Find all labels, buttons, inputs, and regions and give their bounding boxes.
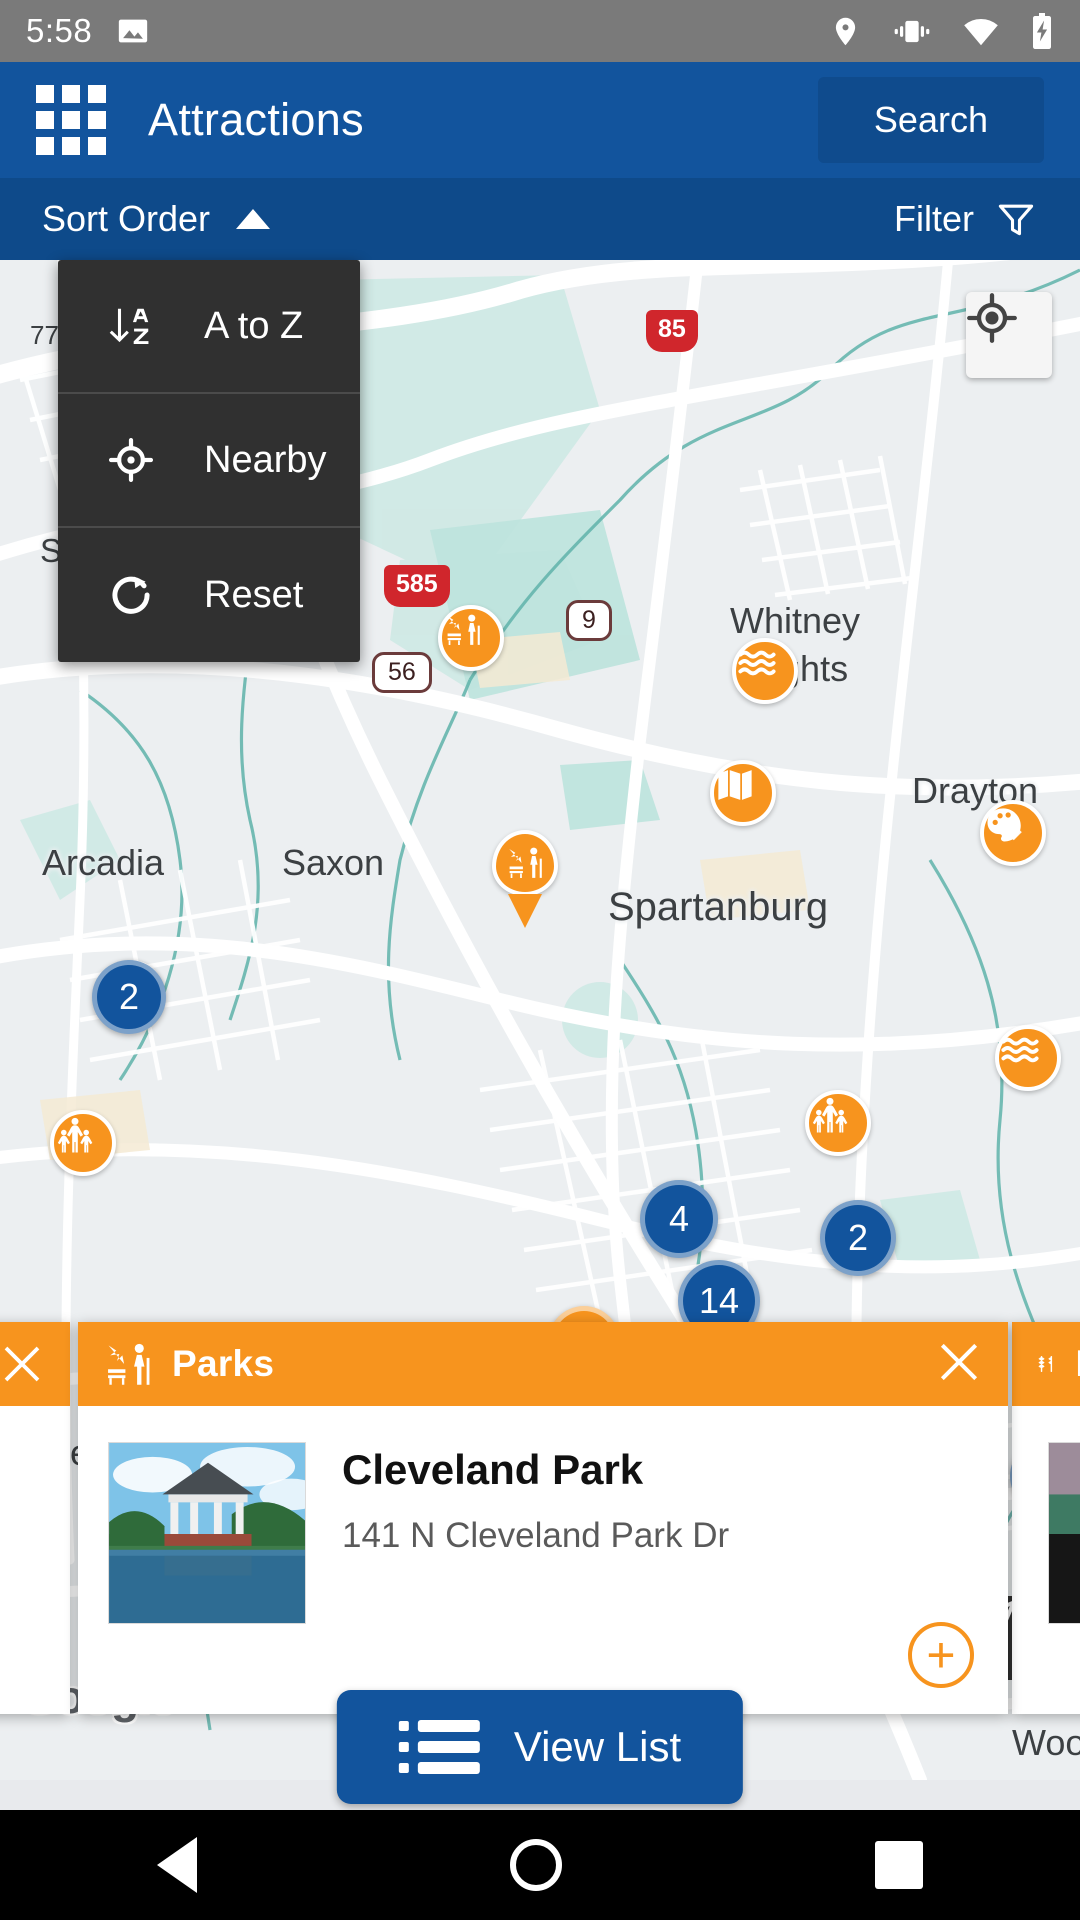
route-shield: 585 [384,565,450,607]
view-list-label: View List [513,1723,682,1770]
sort-filter-bar: Sort Order Filter [0,178,1080,260]
map-marker-museum[interactable] [710,760,776,826]
search-button[interactable]: Search [817,77,1044,163]
status-time: 5:58 [26,12,93,49]
filter-button[interactable]: Filter [894,197,1038,241]
status-bar: 5:58 [0,0,1080,62]
map-marker-family[interactable] [805,1090,871,1156]
filter-label: Filter [894,198,974,239]
map-label: Whitney [730,600,861,641]
family-icon [57,1117,93,1153]
list-icon [398,1720,480,1774]
park-bench-icon [447,614,480,646]
card-header [0,1322,70,1406]
status-left-icons [116,14,150,48]
water-waves-icon [1001,1037,1039,1063]
menu-item-label: A to Z [204,304,304,347]
poi-thumbnail [1048,1442,1080,1624]
map-marker-water[interactable] [995,1025,1061,1091]
view-list-button[interactable]: View List [336,1690,744,1804]
poi-card-carousel: es + Farms [0,1322,1080,1714]
poi-info: Cleveland Park 141 N Cleveland Park Dr [342,1442,729,1714]
map-marker-park[interactable] [438,605,504,671]
my-location-button[interactable] [966,292,1052,378]
poi-card-previous[interactable]: es + [0,1322,70,1714]
map-marker-park[interactable] [492,830,558,928]
triangle-back-icon[interactable] [156,1837,197,1893]
battery-charging-icon [1033,13,1051,49]
menu-item-label: Reset [204,573,304,616]
poi-address: 141 N Cleveland Park Dr [342,1516,730,1555]
menu-item-a-to-z[interactable]: A to Z [58,260,360,394]
card-body [1012,1406,1080,1714]
card-category-label: Farms [1075,1343,1080,1385]
grid-apps-icon[interactable] [36,85,106,155]
page-title: Attractions [148,94,364,145]
park-bench-icon [509,847,542,879]
map-cluster-marker[interactable]: 2 [92,960,166,1034]
wifi-icon [964,18,998,46]
route-shield: 56 [372,652,432,693]
family-icon [812,1097,848,1133]
poi-card-next[interactable]: Farms [1012,1322,1080,1714]
card-close-button[interactable] [934,1337,984,1392]
map-cluster-marker[interactable]: 2 [820,1200,896,1276]
crosshair-icon [108,437,154,483]
sort-order-label: Sort Order [42,198,211,239]
route-shield: 9 [566,600,612,641]
map-marker-family[interactable] [50,1110,116,1176]
map-label: Wood [1012,1722,1080,1763]
menu-item-label: Nearby [204,438,327,481]
map-marker-art[interactable] [980,800,1046,866]
water-waves-icon [738,650,776,676]
vibrate-icon [894,20,930,42]
map-label: 77 [30,320,59,350]
app-bar: Attractions Search [0,62,1080,178]
sort-order-button[interactable]: Sort Order [42,198,271,240]
add-button[interactable]: + [908,1622,974,1688]
card-body: es + [0,1406,70,1714]
art-palette-icon [987,808,1022,842]
card-body: Cleveland Park 141 N Cleveland Park Dr + [78,1406,1008,1714]
app-root: 5:58 Attractions Search Sort Order Filte… [0,0,1080,1920]
card-category-label: Parks [172,1343,275,1384]
wheat-farm-icon [1038,1355,1053,1373]
poi-name: Cleveland Park [342,1446,644,1493]
map-label: Arcadia [42,842,165,883]
route-shield: 85 [646,310,698,352]
sort-alpha-ascending-icon [109,308,149,345]
museum-map-icon [718,770,752,800]
menu-item-nearby[interactable]: Nearby [58,394,360,528]
my-location-icon [967,293,1017,343]
poi-thumbnail [108,1442,306,1624]
sort-order-menu: A to Z Nearby Reset [58,260,360,662]
close-icon[interactable] [0,1340,46,1388]
card-header: Parks [78,1322,1008,1406]
system-nav-bar [0,1810,1080,1920]
circle-home-icon[interactable] [509,1839,562,1891]
pin-tail [508,894,542,928]
map-label: Spartanburg [608,885,829,929]
funnel-icon [998,204,1034,236]
square-recents-icon[interactable] [875,1841,924,1889]
card-header: Farms [1012,1322,1080,1406]
park-bench-icon [108,1343,150,1385]
map-label: Saxon [282,842,385,883]
image-icon [119,19,148,43]
location-icon [835,17,856,45]
close-icon [940,1343,978,1380]
refresh-icon [112,576,150,614]
caret-up-icon [236,209,271,229]
poi-card-main[interactable]: Parks Cleveland Park 141 N Cleveland Par… [78,1322,1008,1714]
map-marker-water[interactable] [732,638,798,704]
menu-item-reset[interactable]: Reset [58,528,360,662]
map-cluster-marker[interactable]: 4 [640,1180,718,1258]
status-right-icons [829,13,1054,49]
